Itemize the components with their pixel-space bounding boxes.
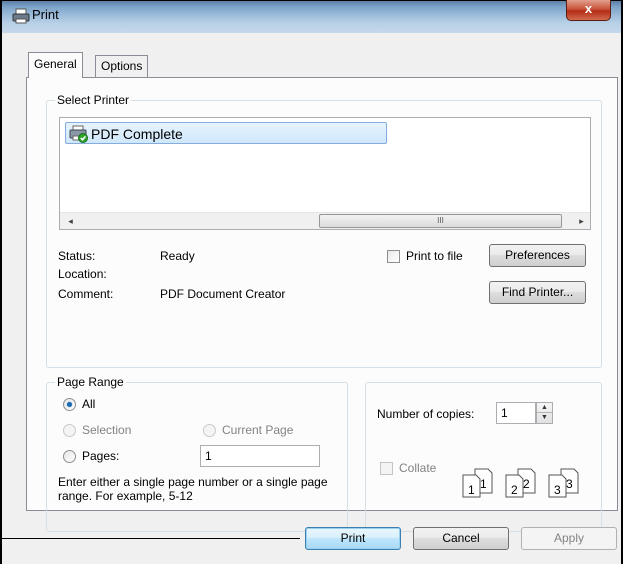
apply-button[interactable]: Apply <box>521 527 617 550</box>
collate-page-3-front: 3 <box>554 483 561 497</box>
print-button[interactable]: Print <box>305 527 401 550</box>
dialog-client-area: General Options Select Printer PDF Compl… <box>4 33 621 564</box>
general-tab-panel: Select Printer PDF Complete ◂ III ▸ Stat… <box>26 77 618 532</box>
radio-pages[interactable] <box>63 450 76 463</box>
collate-page-1-icon: 1 1 <box>462 468 493 498</box>
radio-current-page[interactable] <box>203 424 216 437</box>
printer-check-icon <box>69 125 88 143</box>
radio-all[interactable] <box>63 398 76 411</box>
select-printer-group: Select Printer PDF Complete ◂ III ▸ Stat… <box>46 93 602 368</box>
collate-page-2-front: 2 <box>511 483 518 497</box>
find-printer-button[interactable]: Find Printer... <box>489 281 586 304</box>
page-range-label: Page Range <box>55 375 126 389</box>
collate-label[interactable]: Collate <box>399 461 436 475</box>
preferences-button[interactable]: Preferences <box>489 244 586 267</box>
copies-spinner[interactable]: ▲ ▼ <box>536 402 553 424</box>
radio-selection-label[interactable]: Selection <box>82 423 131 437</box>
printer-name: PDF Complete <box>91 126 183 142</box>
copies-group: Number of copies: 1 ▲ ▼ Collate 1 1 2 2 … <box>365 382 602 532</box>
collate-checkbox[interactable] <box>380 462 393 475</box>
print-dialog: Print x General Options Select Printer P… <box>0 0 623 564</box>
close-button[interactable]: x <box>566 0 611 21</box>
comment-value: PDF Document Creator <box>160 287 286 301</box>
collate-page-3-icon: 3 3 <box>548 468 579 498</box>
print-to-file-label[interactable]: Print to file <box>406 249 463 263</box>
page-range-hint: Enter either a single page number or a s… <box>58 475 328 503</box>
collate-page-2-back: 2 <box>523 477 530 491</box>
page-range-group: Page Range All Selection Current Page Pa… <box>46 375 348 532</box>
window-title: Print <box>32 7 59 22</box>
scroll-right-icon[interactable]: ▸ <box>573 213 590 229</box>
printer-icon <box>12 8 30 24</box>
scroll-left-icon[interactable]: ◂ <box>62 213 79 229</box>
radio-selection[interactable] <box>63 424 76 437</box>
collate-page-2-icon: 2 2 <box>505 468 536 498</box>
status-label: Status: <box>58 249 96 263</box>
scroll-thumb[interactable]: III <box>319 214 562 228</box>
collate-page-1-back: 1 <box>480 477 487 491</box>
comment-label: Comment: <box>58 287 114 301</box>
callout-line <box>0 538 300 539</box>
radio-pages-label[interactable]: Pages: <box>82 449 119 463</box>
printer-list[interactable]: PDF Complete ◂ III ▸ <box>59 117 591 230</box>
status-value: Ready <box>160 249 195 263</box>
collate-page-1-front: 1 <box>468 483 475 497</box>
cancel-button[interactable]: Cancel <box>413 527 509 550</box>
close-icon: x <box>584 1 593 16</box>
select-printer-label: Select Printer <box>55 93 132 107</box>
tab-options[interactable]: Options <box>95 55 149 77</box>
scroll-grip-icon: III <box>437 216 444 225</box>
title-bar[interactable]: Print x <box>2 0 621 33</box>
collate-page-3-back: 3 <box>566 477 573 491</box>
pages-input[interactable]: 1 <box>200 445 320 467</box>
spin-down-icon[interactable]: ▼ <box>537 413 552 423</box>
location-label: Location: <box>58 267 107 281</box>
printer-item-pdf-complete[interactable]: PDF Complete <box>65 122 387 144</box>
spin-up-icon[interactable]: ▲ <box>537 403 552 413</box>
horizontal-scrollbar[interactable]: ◂ III ▸ <box>60 212 590 229</box>
radio-current-page-label[interactable]: Current Page <box>222 423 293 437</box>
copies-input[interactable]: 1 <box>496 402 536 424</box>
number-of-copies-label: Number of copies: <box>377 407 475 421</box>
tab-general[interactable]: General <box>28 52 83 78</box>
print-to-file-checkbox[interactable] <box>387 250 400 263</box>
radio-all-label[interactable]: All <box>82 397 95 411</box>
